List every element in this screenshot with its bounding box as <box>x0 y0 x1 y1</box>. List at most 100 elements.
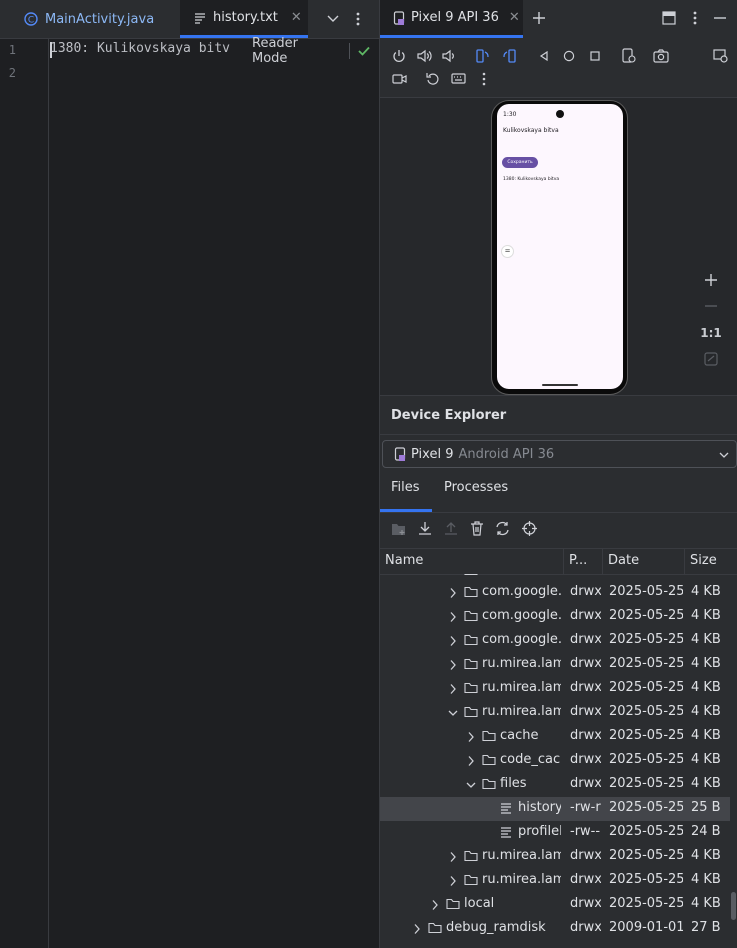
app-text-field[interactable]: Kulikovskaya bitva <box>503 127 559 134</box>
new-folder-icon[interactable] <box>391 522 407 536</box>
chevron-down-icon[interactable] <box>466 779 476 791</box>
keyboard-icon[interactable] <box>451 72 466 86</box>
table-row[interactable]: cache drwx 2025-05-25 4 KB <box>380 725 730 749</box>
more-vertical-icon[interactable] <box>354 11 362 27</box>
close-tab-icon[interactable]: ✕ <box>291 10 302 25</box>
chevron-right-icon[interactable] <box>448 659 458 671</box>
tab-processes[interactable]: Processes <box>444 480 520 512</box>
table-row[interactable]: history. -rw-r 2025-05-25 25 B <box>380 797 730 821</box>
zoom-out-button[interactable] <box>697 294 725 318</box>
column-permissions[interactable]: P... <box>569 553 587 568</box>
home-icon[interactable] <box>563 50 575 62</box>
file-size: 4 KB <box>691 584 721 599</box>
upload-icon[interactable] <box>444 521 458 536</box>
gesture-bar[interactable] <box>542 384 578 386</box>
table-row[interactable]: ru.mirea.lamz drwx 2025-05-25 4 KB <box>380 845 730 869</box>
chevron-right-icon[interactable] <box>466 731 476 743</box>
chevron-right-icon[interactable] <box>448 851 458 863</box>
chevron-right-icon[interactable] <box>448 587 458 599</box>
folder-icon <box>464 610 478 622</box>
table-row[interactable]: files drwx 2025-05-25 4 KB <box>380 773 730 797</box>
file-size: 24 B <box>691 824 721 839</box>
device-icon <box>393 10 405 25</box>
file-permissions: drwx <box>570 752 601 767</box>
file-date: 2025-05-25 <box>609 824 683 839</box>
locate-icon[interactable] <box>522 521 537 536</box>
table-row[interactable]: profilel -rw-- 2025-05-25 24 B <box>380 821 730 845</box>
file-name: com.google.n <box>482 608 561 623</box>
sync-icon[interactable] <box>495 521 510 536</box>
chevron-right-icon[interactable] <box>448 683 458 695</box>
file-date: 2025-05-25 <box>609 872 683 887</box>
separator <box>380 434 737 435</box>
tab-files[interactable]: Files <box>380 480 432 512</box>
chevron-right-icon[interactable] <box>448 611 458 623</box>
table-row[interactable]: com.google.n drwx 2025-05-25 4 KB <box>380 605 730 629</box>
table-row[interactable]: code_cach drwx 2025-05-25 4 KB <box>380 749 730 773</box>
zoom-fit-button[interactable] <box>697 347 725 371</box>
chevron-right-icon[interactable] <box>412 923 422 935</box>
table-row[interactable]: ru.mirea.lamz drwx 2025-05-25 4 KB <box>380 869 730 893</box>
app-save-button[interactable]: Сохранить <box>502 157 538 168</box>
chevron-right-icon[interactable] <box>448 875 458 887</box>
zoom-actual-size-button[interactable]: 1:1 <box>697 321 725 345</box>
record-video-icon[interactable] <box>392 73 407 85</box>
drag-handle-icon[interactable]: = <box>501 245 514 258</box>
table-row[interactable]: local drwx 2025-05-25 4 KB <box>380 893 730 917</box>
file-name: ru.mirea.lamz <box>482 848 561 863</box>
volume-up-icon[interactable] <box>417 49 432 63</box>
power-icon[interactable] <box>392 49 406 63</box>
file-size: 25 B <box>691 800 721 815</box>
rotate-right-icon[interactable] <box>502 48 518 64</box>
column-size[interactable]: Size <box>690 553 717 568</box>
more-vertical-icon[interactable] <box>481 72 487 86</box>
chevron-right-icon[interactable] <box>430 899 440 911</box>
device-settings-icon[interactable] <box>622 48 636 64</box>
tab-main-activity[interactable]: C MainActivity.java <box>24 0 180 38</box>
device-selector[interactable]: Pixel 9 Android API 36 <box>382 440 737 468</box>
chevron-down-icon[interactable] <box>448 707 458 719</box>
folder-icon <box>464 682 478 694</box>
table-row[interactable]: debug_ramdisk drwx 2009-01-01 27 B <box>380 917 730 941</box>
file-name: code_cach <box>500 752 561 767</box>
rotate-left-icon[interactable] <box>476 48 490 64</box>
screen-search-icon[interactable] <box>713 48 729 64</box>
back-icon[interactable] <box>538 50 550 62</box>
chevron-down-icon[interactable] <box>326 13 340 25</box>
column-date[interactable]: Date <box>608 553 639 568</box>
table-row[interactable]: ru.mirea.lamz drwx 2025-05-25 4 KB <box>380 677 730 701</box>
chevron-right-icon[interactable] <box>466 755 476 767</box>
emulator-toolbar <box>380 38 737 98</box>
chevron-right-icon[interactable] <box>448 635 458 647</box>
tab-label: MainActivity.java <box>45 11 155 27</box>
zoom-in-button[interactable] <box>697 268 725 292</box>
editor-pane <box>0 0 379 948</box>
folder-icon <box>482 730 496 742</box>
phone-screen[interactable]: 1:30 Kulikovskaya bitva Сохранить 1380: … <box>497 104 623 389</box>
column-name[interactable]: Name <box>385 553 423 568</box>
volume-down-icon[interactable] <box>442 49 456 63</box>
add-icon[interactable] <box>532 11 546 25</box>
delete-icon[interactable] <box>470 521 484 536</box>
download-icon[interactable] <box>418 521 432 536</box>
scrollbar-thumb[interactable] <box>731 892 736 920</box>
overview-icon[interactable] <box>589 50 601 62</box>
table-row[interactable]: com.google.n drwx 2025-05-25 4 KB <box>380 629 730 653</box>
tab-pixel-9[interactable]: Pixel 9 API 36 ✕ <box>380 0 523 38</box>
window-layout-icon[interactable] <box>662 11 676 25</box>
file-size: 4 KB <box>691 704 721 719</box>
minimize-icon[interactable] <box>713 11 727 25</box>
column-divider <box>684 549 685 574</box>
table-row[interactable]: ru.mirea.lamz drwx 2025-05-25 4 KB <box>380 701 730 725</box>
camera-icon[interactable] <box>653 49 669 63</box>
reader-mode-button[interactable]: Reader Mode <box>252 36 335 66</box>
more-vertical-icon[interactable] <box>691 11 699 27</box>
reset-icon[interactable] <box>426 72 440 86</box>
line-number-gutter: 1 2 <box>0 39 49 948</box>
code-line[interactable]: 1380: Kulikovskaya bitv <box>50 41 230 59</box>
table-row[interactable]: ru.mirea.lamz drwx 2025-05-25 4 KB <box>380 653 730 677</box>
table-row[interactable]: com.google.a drwx 2025-05-25 4 KB <box>380 581 730 605</box>
close-tab-icon[interactable]: ✕ <box>509 10 520 25</box>
tab-label: Pixel 9 API 36 <box>411 10 499 25</box>
tab-history-txt[interactable]: history.txt ✕ <box>180 0 308 38</box>
